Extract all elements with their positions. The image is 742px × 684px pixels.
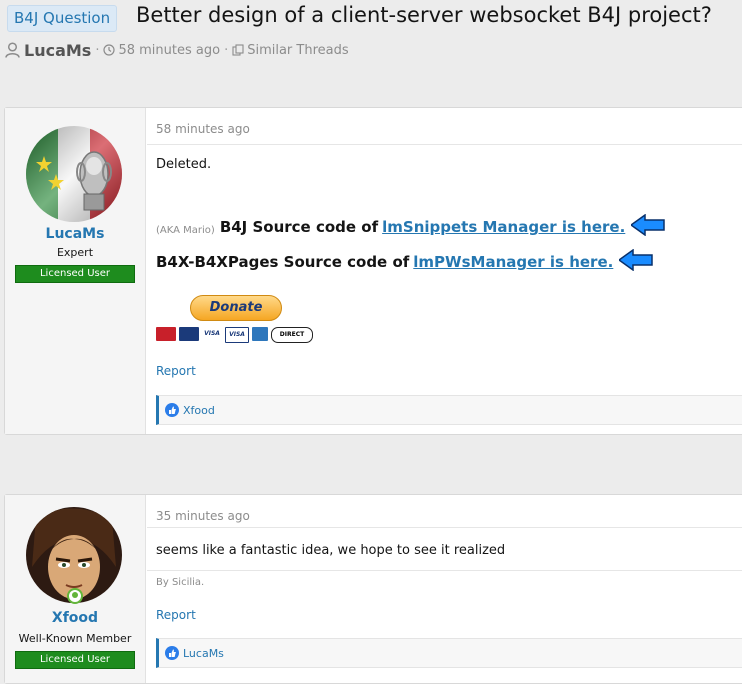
like-icon: [165, 403, 179, 417]
post-user-title: Expert: [56, 246, 94, 259]
mastercard-icon: [156, 327, 176, 341]
similar-threads-icon: [232, 44, 244, 56]
blue-arrow-icon: [619, 249, 654, 271]
report-link[interactable]: Report: [156, 364, 196, 378]
reactions-bar[interactable]: LucaMs: [156, 638, 742, 668]
thread-meta: LucaMs · 58 minutes ago · Similar Thread…: [5, 40, 349, 60]
post-date[interactable]: 58 minutes ago: [156, 122, 250, 136]
signature-aka: (AKA Mario): [156, 225, 215, 236]
post-main: 35 minutes ago seems like a fantastic id…: [146, 495, 742, 683]
donate-button[interactable]: Donate: [190, 295, 282, 321]
post-username[interactable]: Xfood: [5, 610, 145, 626]
signature-text-1: B4J Source code of: [219, 218, 379, 236]
direct-debit-icon: DIRECT: [271, 327, 313, 343]
licensed-user-badge: Licensed User: [15, 651, 135, 669]
avatar-image: [26, 126, 122, 222]
post-user-title: Well-Known Member: [18, 632, 132, 645]
amex-icon: [252, 327, 268, 341]
divider: [147, 144, 742, 145]
thread-title: Better design of a client-server websock…: [136, 3, 712, 27]
maestro-icon: [179, 327, 199, 341]
reaction-user[interactable]: LucaMs: [183, 647, 224, 660]
signature-text-2: B4X-B4XPages Source code of: [156, 253, 410, 271]
payment-cards: VISA VISA DIRECT: [156, 327, 313, 343]
divider: [147, 527, 742, 528]
post-main: 58 minutes ago Deleted. (AKA Mario) B4J …: [146, 108, 742, 434]
signature-link-2[interactable]: lmPWsManager is here.: [413, 253, 613, 271]
post: Xfood Well-Known Member Licensed User 35…: [4, 494, 742, 684]
signature-line-1: (AKA Mario) B4J Source code of lmSnippet…: [156, 214, 666, 236]
post-date[interactable]: 35 minutes ago: [156, 509, 250, 523]
thread-header: B4J Question Better design of a client-s…: [0, 0, 742, 70]
avatar[interactable]: [26, 126, 122, 222]
post-user-column: LucaMs Expert Licensed User: [5, 108, 146, 434]
blue-arrow-icon: [631, 214, 666, 236]
reactions-bar[interactable]: Xfood: [156, 395, 742, 425]
post-body: seems like a fantastic idea, we hope to …: [156, 543, 506, 558]
meta-separator: ·: [224, 42, 229, 58]
thread-time[interactable]: 58 minutes ago: [118, 43, 220, 58]
signature-divider: [147, 570, 742, 571]
reaction-user[interactable]: Xfood: [183, 404, 215, 417]
signature-line-2: B4X-B4XPages Source code of lmPWsManager…: [156, 249, 654, 271]
post-username[interactable]: LucaMs: [5, 226, 145, 242]
post: LucaMs Expert Licensed User 58 minutes a…: [4, 107, 742, 435]
report-link[interactable]: Report: [156, 608, 196, 622]
signature-link-1[interactable]: lmSnippets Manager is here.: [382, 218, 625, 236]
visa-icon: VISA: [202, 327, 222, 341]
like-icon: [165, 646, 179, 660]
online-indicator-icon: [67, 588, 83, 604]
post-user-column: Xfood Well-Known Member Licensed User: [5, 495, 146, 683]
meta-separator: ·: [95, 42, 100, 58]
visa-electron-icon: VISA: [225, 327, 249, 343]
post-body: Deleted.: [156, 157, 212, 172]
thread-prefix-badge[interactable]: B4J Question: [7, 5, 118, 32]
thread-author-link[interactable]: LucaMs: [24, 41, 91, 60]
licensed-user-badge: Licensed User: [15, 265, 135, 283]
signature-text: By Sicilia.: [156, 577, 205, 588]
similar-threads-link[interactable]: Similar Threads: [247, 43, 348, 58]
user-icon: [5, 42, 20, 58]
clock-icon: [103, 44, 116, 56]
